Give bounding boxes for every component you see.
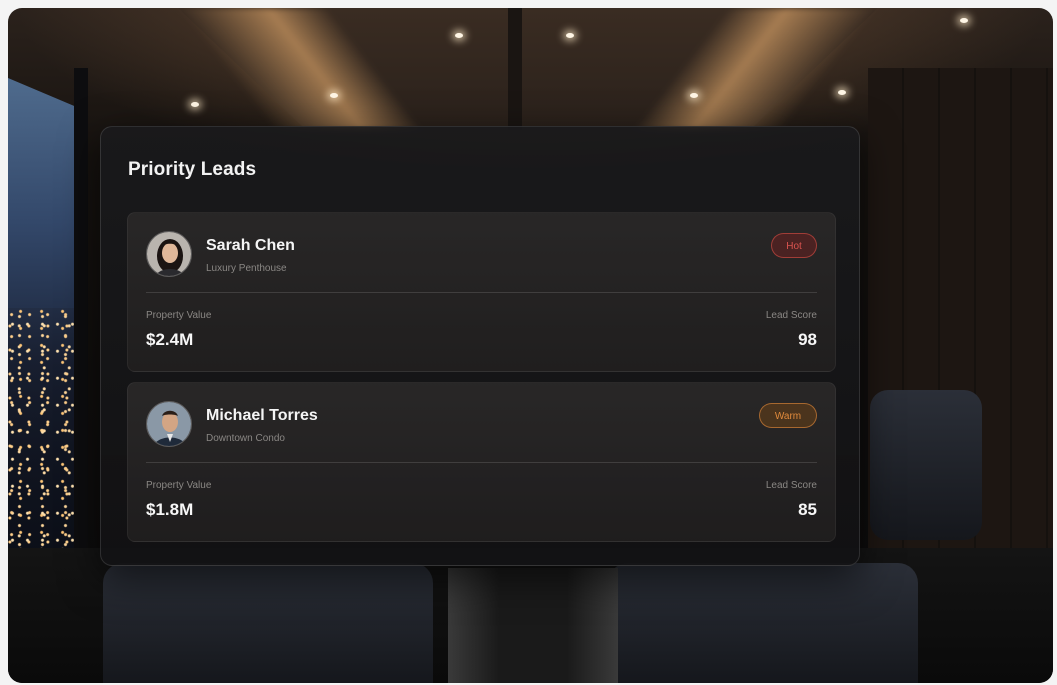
lead-score: 98 [798, 330, 817, 349]
lead-score-label: Lead Score [765, 310, 817, 321]
property-value-label: Property Value [146, 480, 212, 491]
priority-leads-panel: Priority Leads Sarah Chen Luxury Penthou… [100, 126, 860, 566]
city-lights [8, 308, 76, 558]
status-badge: Warm [759, 403, 817, 428]
divider [146, 462, 817, 463]
lead-property-type: Luxury Penthouse [206, 263, 287, 274]
lead-score-label: Lead Score [765, 480, 817, 491]
ceiling-spotlight [566, 33, 574, 38]
lead-name: Sarah Chen [206, 237, 295, 254]
lead-card[interactable]: Michael Torres Downtown Condo Warm Prope… [127, 382, 836, 542]
property-value: $1.8M [146, 500, 194, 519]
status-badge: Hot [771, 233, 817, 258]
window-frame [74, 68, 88, 568]
conference-table [448, 568, 618, 683]
divider [146, 292, 817, 293]
office-chair [870, 390, 982, 540]
person-avatar-female-icon [147, 232, 191, 276]
lead-property-type: Downtown Condo [206, 433, 285, 444]
lead-name: Michael Torres [206, 407, 318, 424]
avatar [146, 401, 192, 447]
person-avatar-male-icon [147, 402, 191, 446]
office-chair [608, 563, 918, 683]
ceiling-spotlight [191, 102, 199, 107]
lead-score: 85 [798, 500, 817, 519]
ceiling-spotlight [330, 93, 338, 98]
office-chair [103, 563, 433, 683]
ceiling-beam [508, 8, 522, 130]
property-value-label: Property Value [146, 310, 212, 321]
ceiling-spotlight [455, 33, 463, 38]
property-value: $2.4M [146, 330, 194, 349]
ceiling-spotlight [838, 90, 846, 95]
panel-title: Priority Leads [128, 159, 257, 180]
ceiling-spotlight [690, 93, 698, 98]
ceiling-spotlight [960, 18, 968, 23]
avatar [146, 231, 192, 277]
lead-card[interactable]: Sarah Chen Luxury Penthouse Hot Property… [127, 212, 836, 372]
